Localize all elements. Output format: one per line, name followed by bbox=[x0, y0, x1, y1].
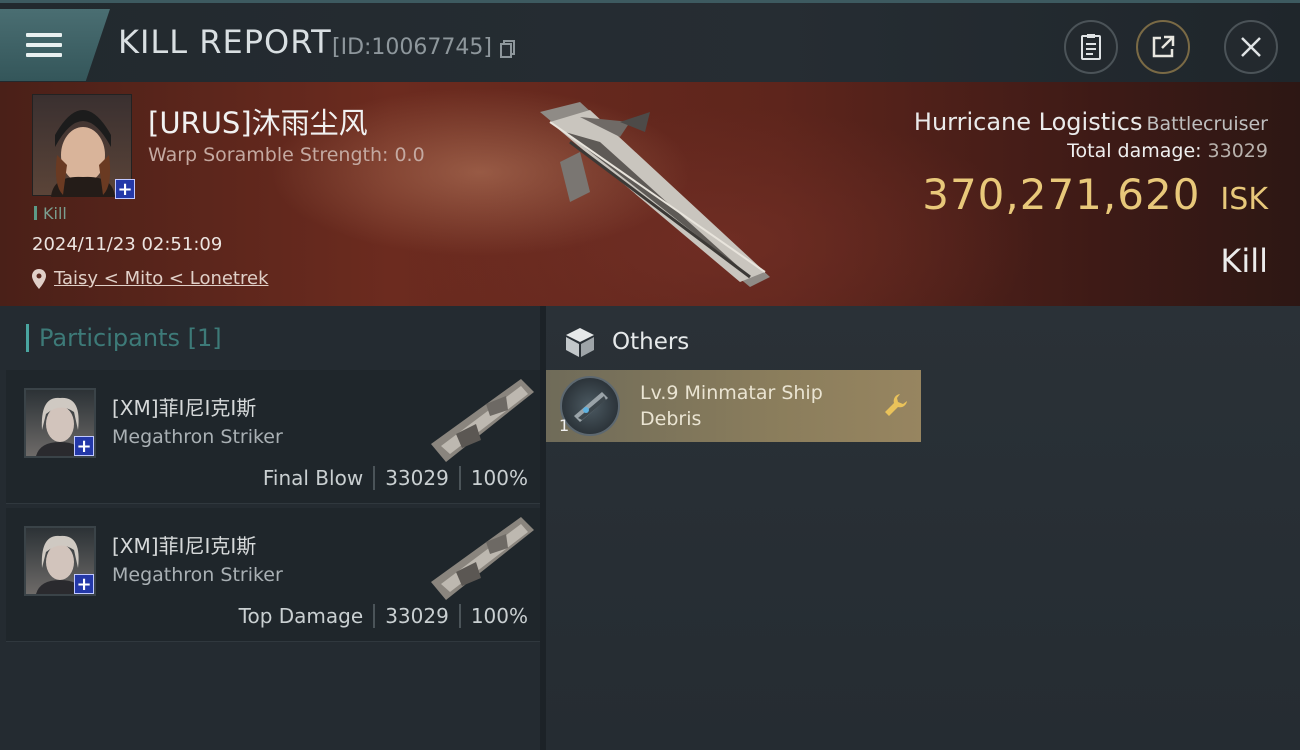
participant-avatar[interactable]: + bbox=[24, 388, 96, 458]
victim-ship: Hurricane Logistics Battlecruiser bbox=[914, 108, 1268, 136]
participant-damage: 33029 bbox=[385, 604, 449, 628]
participant-role: Top Damage bbox=[238, 604, 364, 628]
kill-location[interactable]: Taisy < Mito < Lonetrek bbox=[32, 268, 269, 289]
victim-banner: + [URUS]沐雨尘风 Warp Soramble Strength: 0.0… bbox=[0, 82, 1300, 306]
victim-name[interactable]: [URUS]沐雨尘风 bbox=[148, 100, 368, 142]
total-damage: Total damage: 33029 bbox=[1067, 140, 1268, 162]
kill-datetime: 2024/11/23 02:51:09 bbox=[32, 234, 223, 255]
ship-name: Hurricane Logistics bbox=[913, 108, 1143, 136]
others-header: Others bbox=[546, 314, 1300, 370]
item-name: Lv.9 Minmatar Ship Debris bbox=[640, 382, 823, 430]
others-panel: Others 1 Lv.9 Minmatar Ship Debris bbox=[546, 306, 1300, 750]
warp-scramble-strength: Warp Soramble Strength: 0.0 bbox=[148, 144, 425, 166]
add-contact-icon[interactable]: + bbox=[74, 436, 94, 456]
divider bbox=[458, 466, 461, 490]
participant-row[interactable]: + [XM]菲I尼I克I斯 Megathron Striker Final Bl… bbox=[6, 370, 540, 504]
share-button[interactable] bbox=[1136, 20, 1190, 74]
participant-ship: Megathron Striker bbox=[112, 564, 283, 586]
participant-role: Final Blow bbox=[262, 466, 364, 490]
close-button[interactable] bbox=[1224, 20, 1278, 74]
location-pin-icon bbox=[32, 268, 46, 289]
participants-header: Participants [1] bbox=[26, 324, 222, 352]
wrench-icon bbox=[885, 394, 907, 416]
menu-icon bbox=[26, 27, 62, 63]
divider bbox=[373, 466, 376, 490]
add-contact-icon[interactable]: + bbox=[74, 574, 94, 594]
participant-stats: Top Damage 33029 100% bbox=[239, 604, 528, 628]
share-icon bbox=[1152, 35, 1175, 58]
participant-stats: Final Blow 33029 100% bbox=[263, 466, 528, 490]
participant-percent: 100% bbox=[470, 466, 528, 490]
page-title: KILL REPORT bbox=[118, 23, 332, 61]
isk-value: 370,271,620 ISK bbox=[922, 170, 1268, 219]
item-quantity: 1 bbox=[559, 416, 570, 435]
menu-button[interactable] bbox=[0, 9, 110, 81]
participant-name: [XM]菲I尼I克I斯 bbox=[112, 534, 257, 558]
ship-class: Battlecruiser bbox=[1146, 113, 1268, 135]
participant-name: [XM]菲I尼I克I斯 bbox=[112, 396, 257, 420]
participant-avatar[interactable]: + bbox=[24, 526, 96, 596]
participants-panel: Participants [1] + [XM]菲I尼I克I斯 Megathron… bbox=[0, 306, 540, 750]
clipboard-icon bbox=[1081, 34, 1101, 60]
dropped-item[interactable]: 1 Lv.9 Minmatar Ship Debris bbox=[546, 370, 921, 442]
participant-ship: Megathron Striker bbox=[112, 426, 283, 448]
victim-ship-image bbox=[540, 102, 770, 287]
add-contact-icon[interactable]: + bbox=[115, 179, 135, 199]
divider bbox=[458, 604, 461, 628]
victim-avatar[interactable]: + bbox=[32, 94, 135, 199]
participant-ship-image bbox=[431, 517, 534, 600]
box-icon bbox=[566, 328, 594, 357]
close-icon bbox=[1241, 37, 1261, 57]
report-id: [ID:10067745] bbox=[332, 35, 492, 60]
participant-percent: 100% bbox=[470, 604, 528, 628]
divider bbox=[373, 604, 376, 628]
participant-ship-image bbox=[431, 379, 534, 462]
top-bar: KILL REPORT [ID:10067745] bbox=[0, 0, 1300, 82]
participant-row[interactable]: + [XM]菲I尼I克I斯 Megathron Striker Top Dama… bbox=[6, 508, 540, 642]
result-label: Kill bbox=[1220, 242, 1268, 280]
clipboard-button[interactable] bbox=[1064, 20, 1118, 74]
kill-tag: Kill bbox=[34, 204, 67, 223]
participant-damage: 33029 bbox=[385, 466, 449, 490]
copy-icon[interactable] bbox=[500, 40, 516, 58]
